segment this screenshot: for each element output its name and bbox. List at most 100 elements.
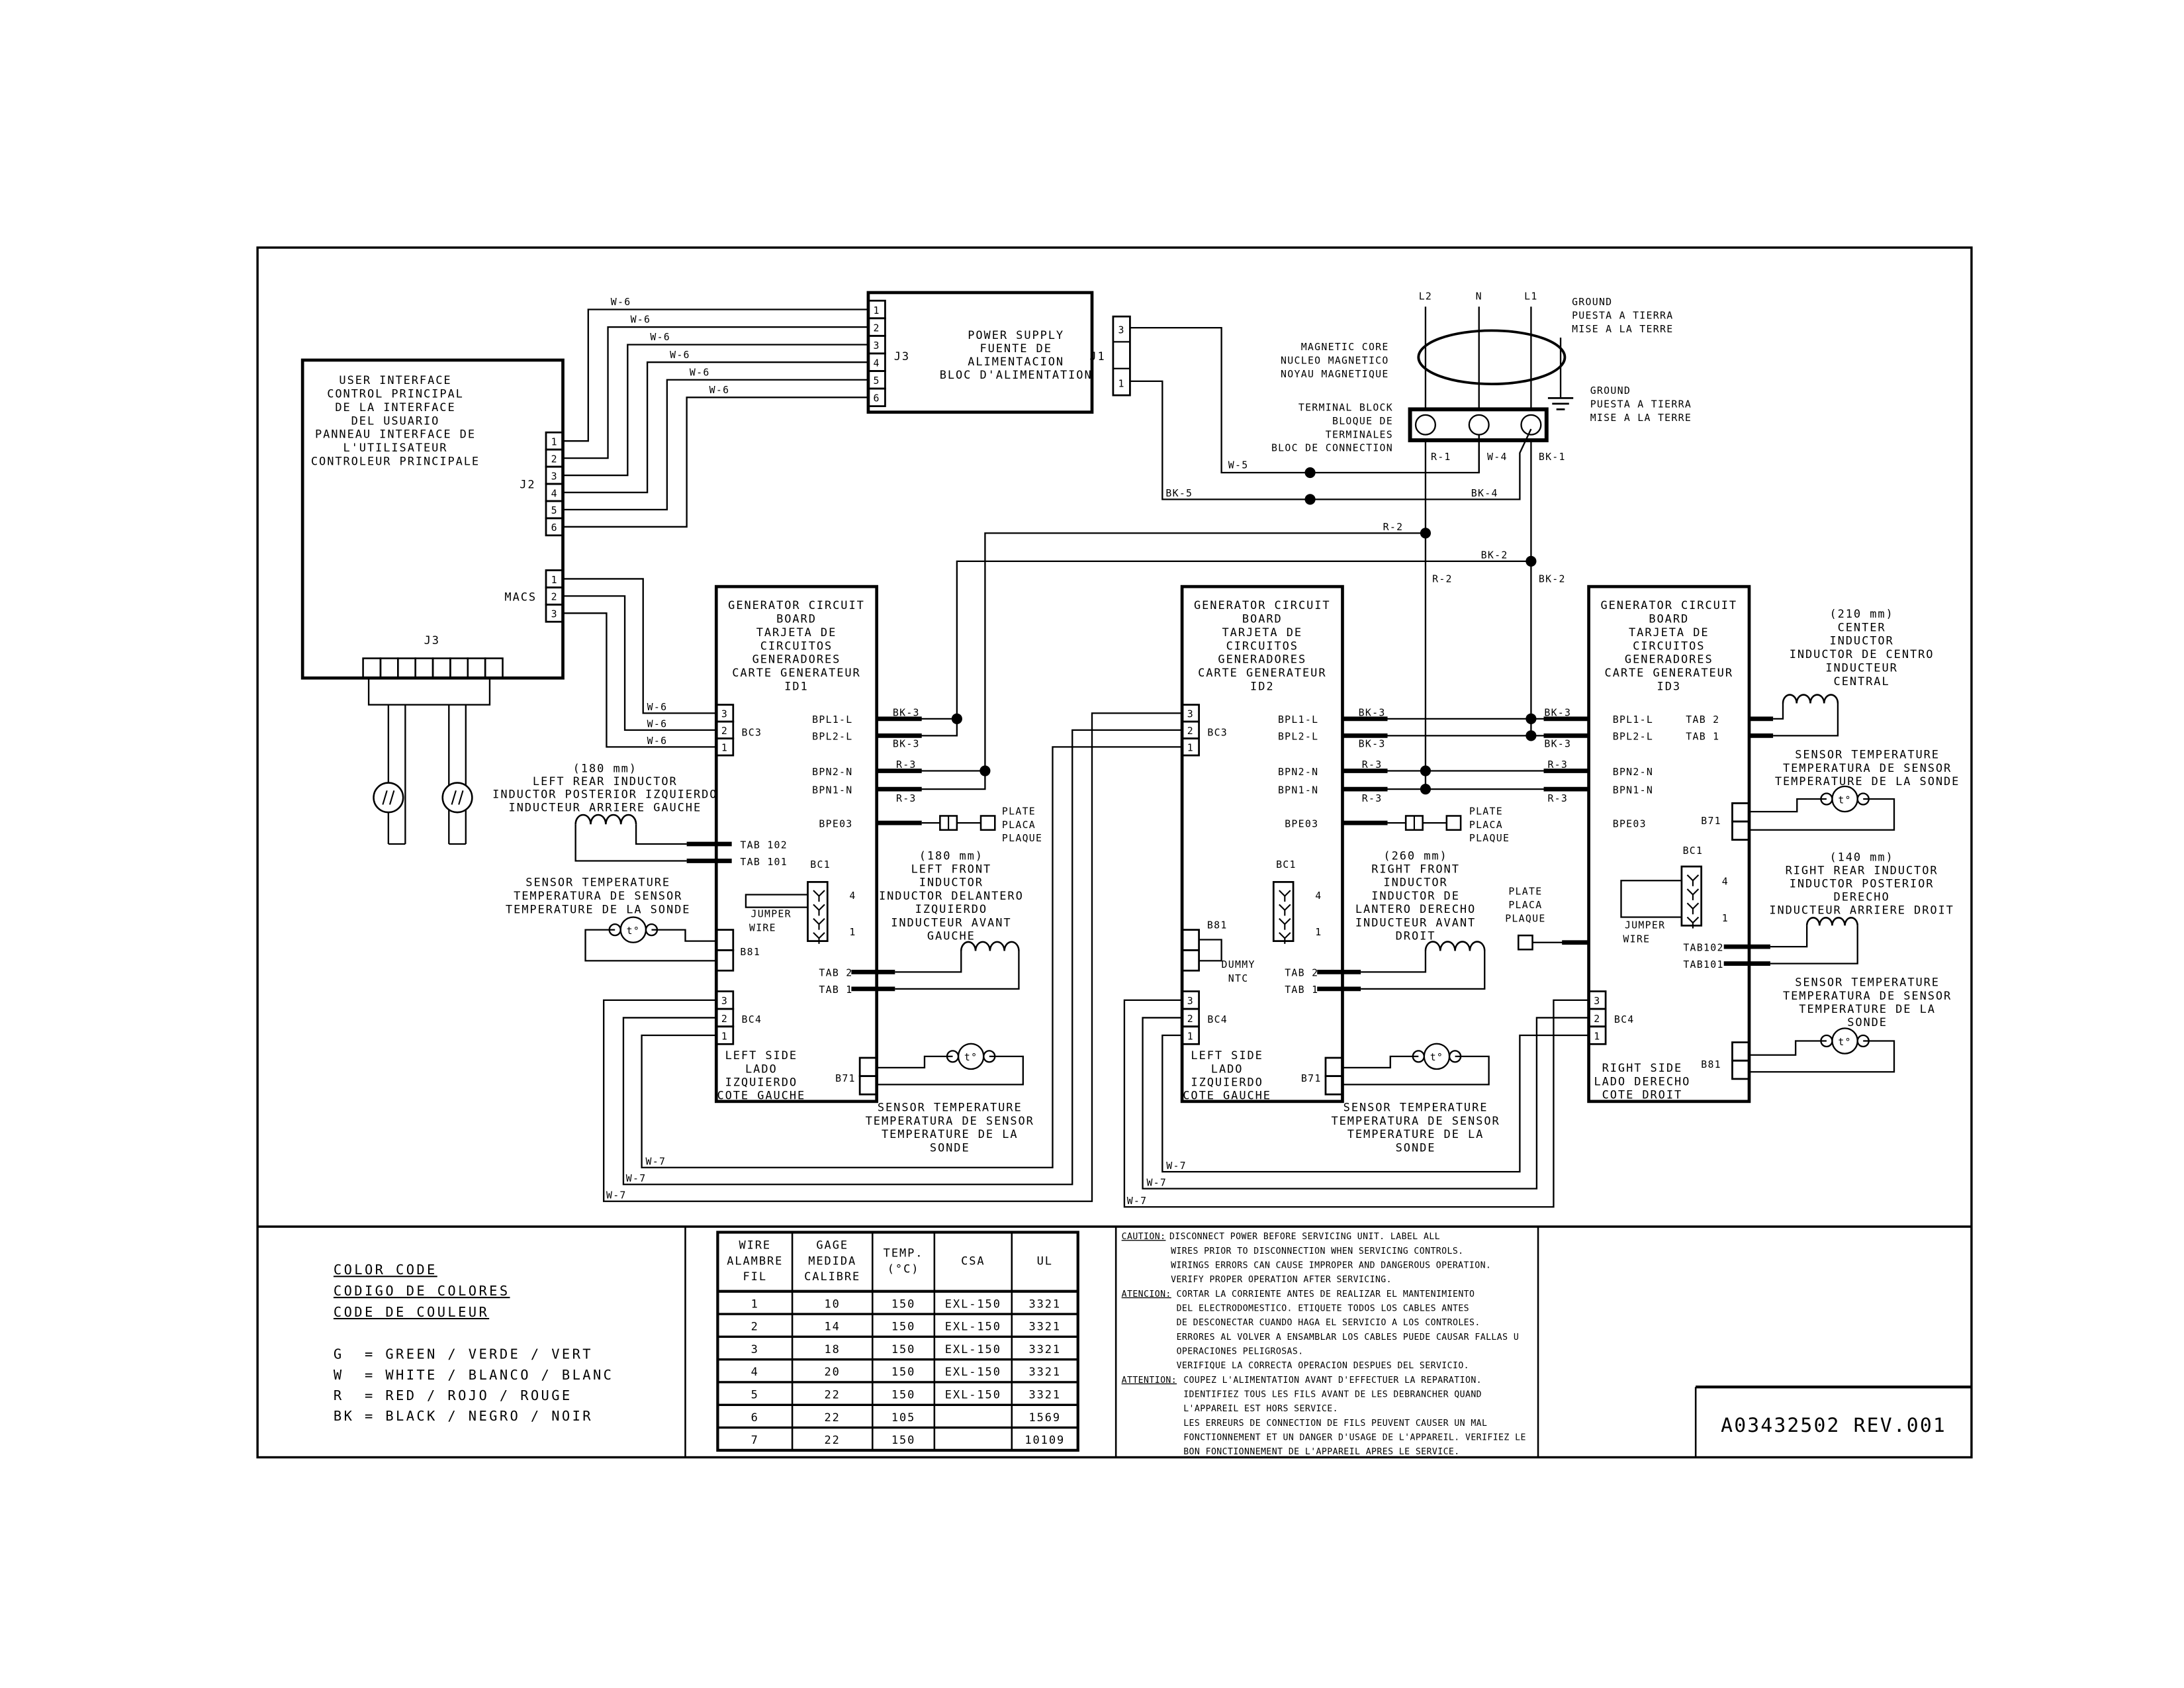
b81-label: B81 <box>1207 919 1228 931</box>
inductor-lead <box>1770 925 1858 964</box>
b71-pin <box>1731 802 1751 823</box>
r3-label: R-3 <box>896 759 917 771</box>
board-side-label: COTE GAUCHE <box>1183 1090 1271 1103</box>
ps-j3-pin-label: 1 <box>874 305 880 316</box>
board-title: ID2 <box>1250 680 1274 694</box>
b81-pin <box>1731 1059 1751 1080</box>
bc4-label: BC4 <box>1207 1013 1228 1025</box>
sensor-temperature-label: TEMPERATURE DE LA <box>1347 1128 1484 1141</box>
tab2-label: TAB 2 <box>1686 714 1719 726</box>
sensor-temperature-label: SENSOR TEMPERATURE <box>1795 976 1940 990</box>
inductor-lead <box>635 824 687 845</box>
jumper-wire <box>745 894 808 908</box>
plate-label: PLAQUE <box>1002 832 1042 844</box>
bpe03-label: BPE03 <box>819 818 852 830</box>
board-title: ID1 <box>784 680 808 694</box>
plate-label: PLATE <box>1508 886 1542 898</box>
board-title: GENERADORES <box>752 653 841 667</box>
table-cell: 1 <box>751 1297 759 1311</box>
w7-label: W-7 <box>626 1172 647 1184</box>
right-rear-inductor-label: (140 mm) <box>1829 851 1893 865</box>
table-header: UL <box>1037 1254 1053 1268</box>
left-rear-inductor-label: LEFT REAR INDUCTOR <box>533 775 678 788</box>
inductor-coil-icon <box>1424 941 1486 951</box>
dummy-ntc-wire <box>1199 939 1222 962</box>
ps-j1-label: J1 <box>1089 350 1105 363</box>
r1-label: R-1 <box>1431 451 1451 463</box>
sensor-lead <box>1342 1055 1419 1069</box>
bk3-label: BK-3 <box>1359 737 1386 749</box>
bc3-label: BC3 <box>742 726 762 738</box>
tab102-label: TAB 102 <box>740 839 788 851</box>
j2-pin-label: 4 <box>551 487 558 499</box>
user-interface-title: L'UTILISATEUR <box>343 442 447 455</box>
bpl1-label: BPL1-L <box>812 714 852 726</box>
board-title: GENERATOR CIRCUIT <box>1600 599 1737 612</box>
attention-heading: ATTENTION: <box>1122 1376 1177 1385</box>
left-front-inductor-label: INDUCTEUR AVANT <box>891 916 1011 929</box>
board-side-label: IZQUIERDO <box>725 1076 797 1090</box>
bpn1-label: BPN1-N <box>812 784 852 796</box>
bk1-label: BK-1 <box>1539 451 1566 463</box>
table-cell: 10 <box>825 1297 841 1311</box>
table-cell: 1569 <box>1028 1411 1061 1425</box>
thermistor-symbol: t° <box>1430 1051 1443 1063</box>
bc1-pin-label: 4 <box>849 890 856 902</box>
table-cell: 5 <box>751 1389 759 1402</box>
caution-text: WIRES PRIOR TO DISCONNECTION WHEN SERVIC… <box>1171 1246 1463 1256</box>
table-cell: 6 <box>751 1411 759 1425</box>
ps-j1-pin-label: 3 <box>1118 324 1125 336</box>
bc4-pin-label: 3 <box>1594 995 1600 1007</box>
sensor-lead <box>1749 1040 1895 1073</box>
bk3-label: BK-3 <box>893 737 920 749</box>
ps-j1-pin-label: 1 <box>1118 377 1125 389</box>
atencion-heading: ATENCION: <box>1122 1289 1171 1299</box>
board-side-label: LEFT SIDE <box>725 1049 797 1062</box>
table-cell: 18 <box>825 1343 841 1356</box>
connector-contact-icon <box>813 890 825 898</box>
table-cell: 3321 <box>1028 1366 1061 1379</box>
table-cell: 14 <box>825 1321 841 1334</box>
table-header: CSA <box>961 1254 985 1268</box>
bc3-pin-label: 3 <box>721 708 728 720</box>
inductor-lead <box>1361 951 1486 990</box>
sensor-lead <box>651 929 717 942</box>
color-code-entry: BK = BLACK / NEGRO / NOIR <box>334 1408 593 1424</box>
junction-dot <box>1525 713 1537 724</box>
bc3-pin-label: 1 <box>721 742 728 754</box>
tab1-label: TAB 1 <box>1686 731 1719 743</box>
connector-contact-icon <box>813 932 825 939</box>
terminal-block-label: BLOC DE CONNECTION <box>1271 442 1393 454</box>
color-code-title: CODE DE COULEUR <box>334 1304 489 1320</box>
r2-label: R-2 <box>1383 521 1404 533</box>
table-cell: EXL-150 <box>945 1297 1001 1311</box>
left-rear-inductor-label: INDUCTOR POSTERIOR IZQUIERDO <box>492 788 717 802</box>
r3-wire <box>876 771 986 790</box>
plate-label: PLATE <box>1469 805 1503 817</box>
atencion-text: VERIFIQUE LA CORRECTA OPERACION DESPUES … <box>1177 1361 1469 1371</box>
bk3-label: BK-3 <box>1544 737 1571 749</box>
connector-contact-icon <box>1686 888 1700 896</box>
sensor-temperature-label: TEMPERATURA DE SENSOR <box>1783 990 1952 1003</box>
magnetic-core-icon <box>1417 329 1567 386</box>
right-front-inductor-label: INDUCTEUR AVANT <box>1355 916 1476 929</box>
right-front-inductor-label: INDUCTOR <box>1383 876 1447 890</box>
bk5-label: BK-5 <box>1165 487 1193 499</box>
ui-j3-pin <box>484 657 504 679</box>
ui-j3-label: J3 <box>424 634 440 647</box>
w6-wire <box>563 612 717 748</box>
sensor-temperature-label: SENSOR TEMPERATURE <box>878 1102 1023 1115</box>
bpl2-label: BPL2-L <box>812 731 852 743</box>
w6-label: W-6 <box>650 331 670 343</box>
center-inductor-label: INDUCTOR DE CENTRO <box>1790 648 1934 661</box>
magnetic-core-label: NOYAU MAGNETIQUE <box>1281 368 1389 380</box>
plate-label: PLATE <box>1002 805 1036 817</box>
table-cell: EXL-150 <box>945 1389 1001 1402</box>
bc1-pin-label: 1 <box>849 926 856 938</box>
plate-terminal <box>979 815 996 831</box>
macs-pin-label: 2 <box>551 591 558 603</box>
table-header: TEMP. <box>884 1246 924 1260</box>
table-cell: 3321 <box>1028 1343 1061 1356</box>
connector-contact-icon <box>1686 902 1700 910</box>
table-cell: 105 <box>891 1411 915 1425</box>
